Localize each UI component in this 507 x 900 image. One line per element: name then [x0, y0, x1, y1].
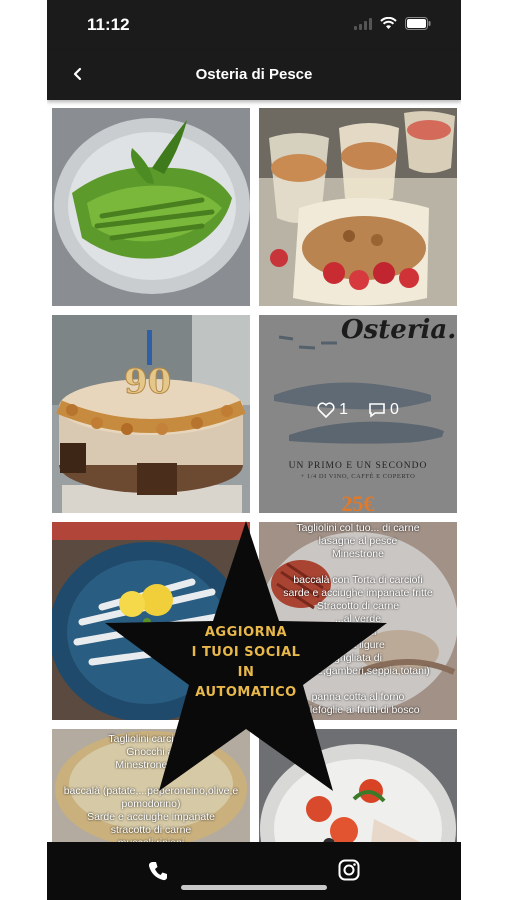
likes-count: 1 — [339, 401, 348, 418]
pasta-photo — [52, 108, 250, 306]
comments-stat: 0 — [368, 401, 399, 419]
status-icons — [354, 17, 431, 30]
battery-icon — [405, 17, 431, 30]
page-title: Osteria di Pesce — [195, 66, 313, 83]
phone-icon[interactable] — [147, 860, 169, 882]
promo-star-overlay: AGGIORNA I TUOI SOCIAL IN AUTOMATICO — [47, 515, 387, 791]
status-time: 11:12 — [87, 15, 130, 34]
star-line1: AGGIORNA — [204, 625, 288, 640]
promo-line2: + 1/4 DI VINO, CAFFÈ E COPERTO — [300, 473, 416, 480]
menu-line: Sarde e acciughe impanate — [87, 811, 215, 823]
star-text: AGGIORNA I TUOI SOCIAL IN AUTOMATICO — [181, 623, 311, 703]
menu-line: stracotto di carne — [110, 824, 192, 836]
wifi-icon — [380, 17, 397, 29]
post-pesto-pasta[interactable] — [52, 108, 250, 306]
bottom-bar — [47, 842, 461, 900]
comments-count: 0 — [390, 401, 399, 418]
likes-stat: 1 — [317, 401, 348, 419]
post-dessert-cups[interactable] — [259, 108, 457, 306]
star-line2: I TUOI SOCIAL — [191, 645, 301, 660]
star-line4: AUTOMATICO — [195, 685, 297, 700]
promo-line1: UN PRIMO E UN SECONDO — [288, 461, 428, 471]
status-bar: 11:12 — [47, 0, 461, 50]
app-header: Osteria di Pesce — [47, 50, 461, 100]
signal-icon — [354, 17, 372, 30]
cake-photo: 90 — [52, 315, 250, 513]
dessert-photo — [259, 108, 457, 306]
post-cake[interactable]: 90 — [52, 315, 250, 513]
app-screen: 11:12 Osteria di Pesce 90 Osteria. 1 0 U… — [47, 0, 461, 900]
home-indicator — [181, 885, 327, 890]
cake-number: 90 — [124, 362, 171, 402]
star-line3: IN — [237, 665, 255, 680]
heart-icon — [317, 402, 335, 418]
promo-brand: Osteria... — [341, 315, 457, 345]
promo-price: 25€ — [341, 491, 375, 513]
post-stats: 1 0 — [259, 401, 457, 419]
instagram-icon[interactable] — [338, 859, 360, 881]
comment-icon — [369, 403, 385, 418]
post-promo[interactable]: Osteria... 1 0 UN PRIMO E UN SECONDO + 1… — [259, 315, 457, 513]
